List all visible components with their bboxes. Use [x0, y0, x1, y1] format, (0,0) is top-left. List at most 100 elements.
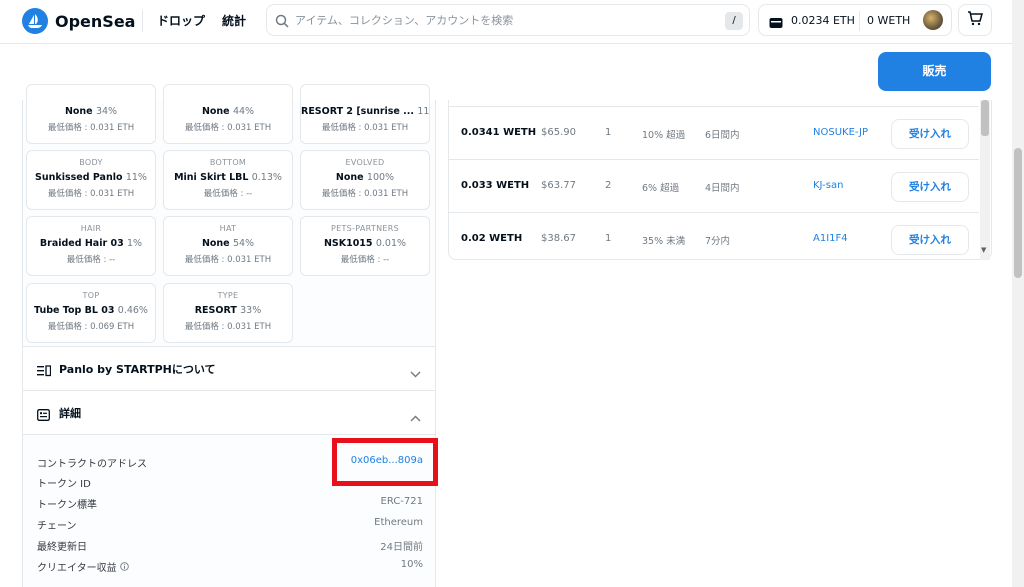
- offer-expiration: 4日間内: [705, 183, 740, 194]
- text-align-icon: [37, 362, 52, 381]
- avatar[interactable]: [923, 10, 943, 30]
- offer-price: 0.033 WETH: [461, 180, 530, 191]
- property-value: Mini Skirt LBL 0.13%: [174, 172, 282, 183]
- property-type: HAT: [219, 224, 237, 233]
- nav-stats[interactable]: 統計: [222, 12, 246, 29]
- property-floor: 最低価格 : --: [66, 255, 116, 265]
- detail-label: チェーン: [37, 521, 77, 532]
- detail-label: クリエイター収益: [37, 559, 129, 574]
- detail-row-token-standard: トークン標準 ERC-721: [37, 496, 423, 516]
- offer-from-link[interactable]: KJ-san: [813, 180, 843, 191]
- table-row: 0.02 WETH $38.67 1 35% 未満 7分内 A1I1F4 受け入…: [449, 212, 979, 265]
- property-type: [301, 92, 429, 102]
- detail-row-chain: チェーン Ethereum: [37, 517, 423, 537]
- about-title: Panlo by STARTPHについて: [59, 363, 216, 376]
- top-navbar: OpenSea ドロップ 統計 / 0.0234 ETH 0 WETH: [0, 0, 1012, 44]
- table-row: 0.0341 WETH $65.90 1 10% 超過 6日間内 NOSUKE-…: [449, 106, 979, 159]
- accept-offer-button[interactable]: 受け入れ: [891, 119, 969, 149]
- table-row: 0.033 WETH $63.77 2 6% 超過 4日間内 KJ-san 受け…: [449, 159, 979, 212]
- property-floor: 最低価格 : 0.031 ETH: [184, 123, 272, 133]
- property-type: [27, 92, 155, 102]
- offer-expiration: 7分内: [705, 236, 731, 247]
- property-card[interactable]: None 44% 最低価格 : 0.031 ETH: [163, 84, 293, 144]
- detail-label: トークン ID: [37, 479, 91, 490]
- property-value: None 54%: [201, 238, 255, 249]
- page-scrollbar-thumb[interactable]: [1014, 148, 1022, 278]
- detail-value: ERC-721: [380, 496, 423, 507]
- property-type: TYPE: [217, 291, 239, 300]
- property-type: TOP: [82, 291, 100, 300]
- property-value: None 44%: [201, 106, 255, 117]
- detail-value: Ethereum: [374, 517, 423, 528]
- wallet-icon: [769, 14, 783, 33]
- details-section-header[interactable]: 詳細: [23, 390, 435, 434]
- property-value: RESORT 33%: [194, 305, 262, 316]
- property-floor: 最低価格 : 0.031 ETH: [47, 189, 135, 199]
- property-card[interactable]: HAT None 54% 最低価格 : 0.031 ETH: [163, 216, 293, 276]
- offer-floor-difference: 35% 未満: [642, 236, 686, 247]
- property-card[interactable]: BODY Sunkissed Panlo 11% 最低価格 : 0.031 ET…: [26, 150, 156, 210]
- about-collection-section[interactable]: Panlo by STARTPHについて: [23, 346, 435, 390]
- search-input[interactable]: [295, 5, 715, 35]
- nav-drops[interactable]: ドロップ: [157, 12, 205, 29]
- details-card-icon: [37, 406, 50, 425]
- sell-button[interactable]: 販売: [878, 52, 991, 91]
- info-icon[interactable]: [120, 562, 129, 574]
- offer-from-link[interactable]: NOSUKE-JP: [813, 127, 868, 138]
- property-type: PETS-PARTNERS: [331, 224, 399, 233]
- wallet-balance[interactable]: 0.0234 ETH 0 WETH: [758, 4, 952, 36]
- property-card[interactable]: BOTTOM Mini Skirt LBL 0.13% 最低価格 : --: [163, 150, 293, 210]
- offer-price: 0.0341 WETH: [461, 127, 537, 138]
- property-card[interactable]: None 34% 最低価格 : 0.031 ETH: [26, 84, 156, 144]
- offer-usd: $38.67: [541, 233, 576, 244]
- item-info-panel: None 34% 最低価格 : 0.031 ETH None 44% 最低価格 …: [22, 84, 436, 587]
- offer-quantity: 1: [605, 127, 612, 138]
- accept-offer-button[interactable]: 受け入れ: [891, 172, 969, 202]
- offer-usd: $65.90: [541, 127, 576, 138]
- cart-button[interactable]: [958, 4, 992, 36]
- properties-grid: None 34% 最低価格 : 0.031 ETH None 44% 最低価格 …: [23, 84, 435, 346]
- property-card[interactable]: TOP Tube Top BL 03 0.46% 最低価格 : 0.069 ET…: [26, 283, 156, 343]
- page-scrollbar[interactable]: [1012, 0, 1024, 587]
- property-type: HAIR: [80, 224, 102, 233]
- property-type: [164, 92, 292, 102]
- property-floor: 最低価格 : 0.031 ETH: [184, 255, 272, 265]
- scroll-down-arrow-icon[interactable]: ▼: [981, 246, 986, 254]
- property-floor: 最低価格 : 0.031 ETH: [47, 123, 135, 133]
- offer-usd: $63.77: [541, 180, 576, 191]
- detail-value: 24日間前: [380, 542, 423, 553]
- eth-balance: 0.0234 ETH: [791, 14, 855, 27]
- detail-row-creator-earnings: クリエイター収益 10%: [37, 559, 423, 579]
- property-card[interactable]: TYPE RESORT 33% 最低価格 : 0.031 ETH: [163, 283, 293, 343]
- property-card[interactable]: HAIR Braided Hair 03 1% 最低価格 : --: [26, 216, 156, 276]
- property-value: Braided Hair 03 1%: [39, 238, 143, 249]
- property-card[interactable]: EVOLVED None 100% 最低価格 : 0.031 ETH: [300, 150, 430, 210]
- property-card[interactable]: RESORT 2 [sunrise ... 11% 最低価格 : 0.031 E…: [300, 84, 430, 144]
- opensea-ship-icon: [22, 8, 48, 34]
- property-floor: 最低価格 : --: [340, 255, 390, 265]
- offer-quantity: 1: [605, 233, 612, 244]
- property-type: EVOLVED: [345, 158, 385, 167]
- offer-expiration: 6日間内: [705, 130, 740, 141]
- offer-from-link[interactable]: A1I1F4: [813, 233, 848, 244]
- detail-row-last-updated: 最終更新日 24日間前: [37, 538, 423, 558]
- property-type: BODY: [79, 158, 103, 167]
- property-floor: 最低価格 : 0.069 ETH: [47, 322, 135, 332]
- offer-floor-difference: 10% 超過: [642, 130, 686, 141]
- property-floor: 最低価格 : 0.031 ETH: [321, 123, 409, 133]
- property-value: NSK1015 0.01%: [323, 238, 407, 249]
- search-shortcut-key: /: [725, 12, 743, 30]
- property-card[interactable]: PETS-PARTNERS NSK1015 0.01% 最低価格 : --: [300, 216, 430, 276]
- property-floor: 最低価格 : 0.031 ETH: [184, 322, 272, 332]
- wallet-divider: [859, 11, 860, 31]
- property-value: None 34%: [64, 106, 118, 117]
- offer-quantity: 2: [605, 180, 612, 191]
- chevron-down-icon: [410, 363, 421, 382]
- search-bar[interactable]: /: [266, 4, 750, 36]
- opensea-logo[interactable]: OpenSea: [22, 8, 135, 34]
- accept-offer-button[interactable]: 受け入れ: [891, 225, 969, 255]
- detail-label: コントラクトのアドレス: [37, 459, 147, 470]
- logo-text: OpenSea: [55, 11, 136, 31]
- detail-value: 10%: [400, 559, 423, 570]
- offers-scrollbar-thumb[interactable]: [981, 100, 989, 136]
